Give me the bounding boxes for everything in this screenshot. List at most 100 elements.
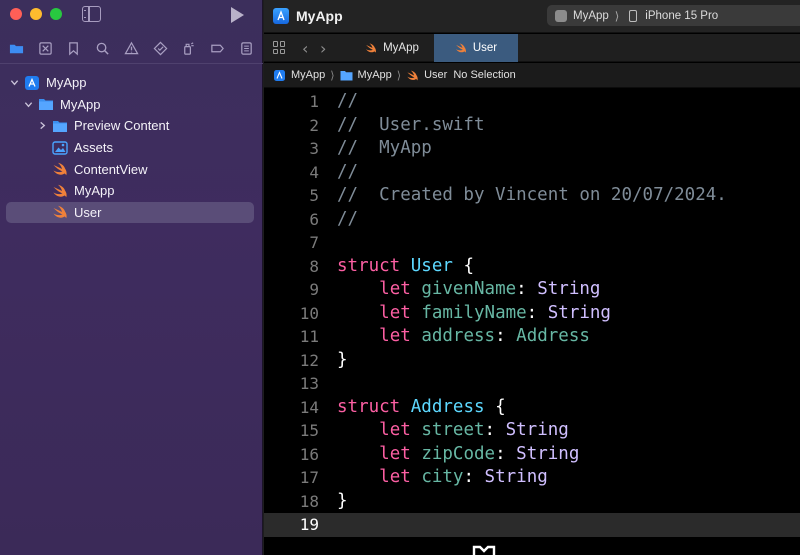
line-source: struct User { <box>337 255 474 276</box>
tree-item-contentview[interactable]: ContentView <box>6 158 254 180</box>
line-source: let city: String <box>379 467 548 487</box>
line-number: 14 <box>299 397 319 417</box>
project-navigator-folder-icon[interactable] <box>8 40 24 56</box>
chevron-left-icon[interactable]: ‹ <box>302 39 308 58</box>
breadcrumb-project[interactable]: MyApp <box>273 69 325 81</box>
tab-label: MyApp <box>383 42 419 54</box>
line-source: let address: Address <box>379 326 590 346</box>
property-token: street <box>421 420 485 440</box>
line-number: 8 <box>309 256 319 276</box>
tree-item-myapp-swift[interactable]: MyApp <box>6 180 254 202</box>
code-line: 8 struct User { <box>264 255 800 279</box>
tree-item-project[interactable]: MyApp <box>6 72 254 94</box>
run-destination[interactable]: iPhone 15 Pro <box>645 10 718 22</box>
comment-token: // <box>337 161 359 182</box>
swift-file-icon <box>52 205 68 219</box>
tab-user[interactable]: User <box>434 34 518 62</box>
chevron-right-icon[interactable]: › <box>320 39 326 58</box>
line-source: // MyApp <box>337 137 432 161</box>
iphone-device-icon <box>629 9 638 22</box>
tree-item-user-swift[interactable]: User <box>6 201 254 224</box>
code-line: 12} <box>264 349 800 373</box>
folder-icon <box>52 119 68 133</box>
code-line: 19 <box>264 513 800 537</box>
tree-item-label: Preview Content <box>74 118 170 134</box>
line-source: // User.swift <box>337 114 485 138</box>
code-line: 4 // <box>264 161 800 185</box>
code-line: 17 let city: String <box>264 466 800 490</box>
comment-token: // <box>337 208 359 229</box>
type-token: String <box>505 420 569 440</box>
keyword-token: let <box>379 443 411 464</box>
type-token: String <box>516 443 580 464</box>
bookmark-navigator-icon[interactable] <box>66 40 82 56</box>
keyword-token: struct <box>337 255 401 276</box>
line-number: 19 <box>299 515 319 534</box>
sidebar-toggle-icon[interactable] <box>82 6 101 22</box>
scheme-separator: ⟩ <box>614 10 620 23</box>
line-source: } <box>337 490 348 511</box>
tab-label: User <box>472 42 498 54</box>
find-navigator-search-icon[interactable] <box>95 40 111 56</box>
code-line: 11 let address: Address <box>264 325 800 349</box>
zoom-window-button[interactable] <box>50 8 62 20</box>
code-line: 15 let street: String <box>264 419 800 443</box>
property-token: address <box>421 326 496 346</box>
line-number: 4 <box>309 162 319 182</box>
close-window-button[interactable] <box>10 8 22 20</box>
code-line: 5 // Created by Vincent on 20/07/2024. <box>264 184 800 208</box>
breadcrumb-group[interactable]: MyApp <box>340 69 392 81</box>
type-token: Address <box>516 326 590 346</box>
minimize-window-button[interactable] <box>30 8 42 20</box>
code-line: 13 <box>264 372 800 396</box>
line-number: 18 <box>299 491 319 511</box>
test-navigator-diamond-icon[interactable] <box>152 40 168 56</box>
source-control-navigator-icon[interactable] <box>37 40 53 56</box>
property-token: givenName <box>421 279 517 299</box>
line-number: 2 <box>309 115 319 135</box>
scheme-name[interactable]: MyApp <box>573 10 609 22</box>
breadcrumb-separator: ⟩ <box>396 69 402 82</box>
tree-item-preview-content[interactable]: Preview Content <box>6 115 254 137</box>
breakpoint-navigator-icon[interactable] <box>210 40 226 56</box>
property-token: zipCode <box>421 443 496 464</box>
asset-catalog-icon <box>52 140 68 155</box>
scheme-destination-selector[interactable]: MyApp ⟩ iPhone 15 Pro <box>547 5 800 26</box>
code-line: 10 let familyName: String <box>264 302 800 326</box>
source-editor[interactable]: 1 // 2 // User.swift 3 // MyApp 4 // 5 // Created… <box>264 90 800 555</box>
type-name-token: User <box>410 255 453 276</box>
run-play-icon[interactable] <box>231 7 244 23</box>
debug-navigator-spray-icon[interactable] <box>181 40 197 56</box>
line-source: let zipCode: String <box>379 443 580 464</box>
swift-file-icon <box>52 162 68 176</box>
editor-area: MyApp MyApp ⟩ iPhone 15 Pro ‹ › MyApp Us… <box>264 0 800 555</box>
breadcrumb-file[interactable]: User <box>406 69 447 81</box>
line-number: 6 <box>309 209 319 229</box>
code-line: 6 // <box>264 208 800 232</box>
breadcrumb-separator: ⟩ <box>330 69 335 82</box>
related-items-grid-icon[interactable] <box>273 41 286 54</box>
line-source: // <box>337 90 358 114</box>
code-line: 1 // <box>264 90 800 114</box>
app-project-icon <box>24 75 40 90</box>
issue-navigator-warning-icon[interactable] <box>123 40 139 56</box>
keyword-token: let <box>379 326 411 346</box>
report-navigator-icon[interactable] <box>239 40 255 56</box>
breadcrumb-label: MyApp <box>291 69 326 81</box>
window-toolbar: MyApp MyApp ⟩ iPhone 15 Pro <box>264 0 800 33</box>
tree-item-group-myapp[interactable]: MyApp <box>6 94 254 116</box>
navigator-divider <box>0 63 263 64</box>
code-line: 7 <box>264 231 800 255</box>
folder-icon <box>340 70 353 80</box>
tree-item-label: MyApp <box>46 75 87 91</box>
breadcrumb-symbol[interactable]: No Selection <box>453 69 515 81</box>
code-line: 16 let zipCode: String <box>264 443 800 467</box>
chevron-down-icon[interactable] <box>8 77 20 89</box>
tab-myapp[interactable]: MyApp <box>350 34 434 62</box>
code-line: 18} <box>264 490 800 514</box>
tree-item-assets[interactable]: Assets <box>6 137 254 159</box>
line-number: 7 <box>309 233 319 252</box>
editor-tab-bar: ‹ › MyApp User <box>264 34 800 62</box>
chevron-right-icon[interactable] <box>36 120 48 132</box>
chevron-down-icon[interactable] <box>22 98 34 110</box>
